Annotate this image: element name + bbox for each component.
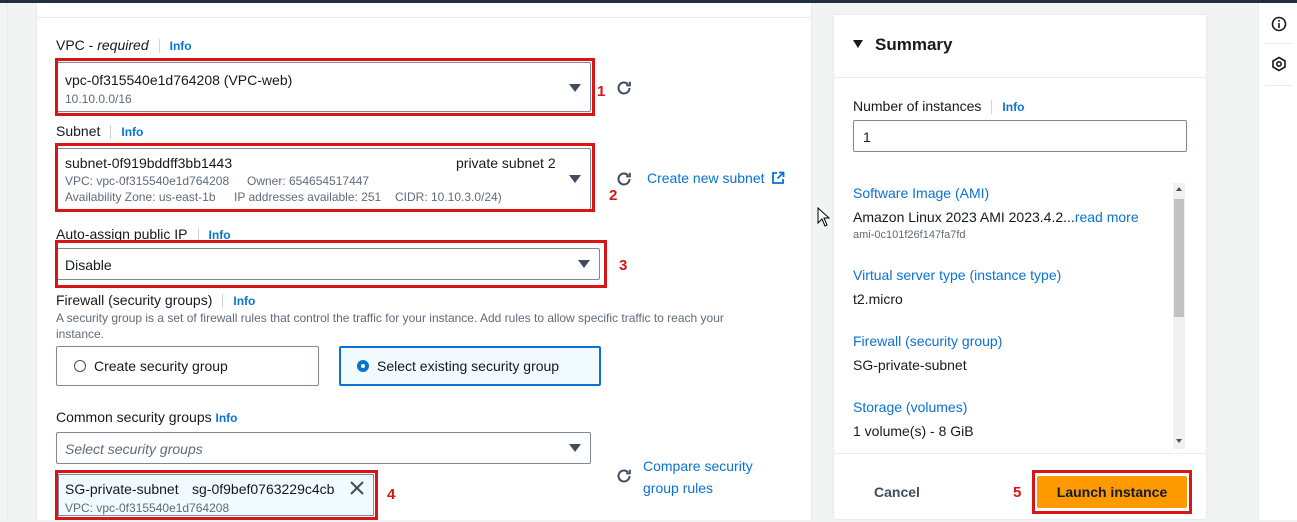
subnet-label-text: Subnet: [56, 123, 101, 139]
annotation-box-1: [55, 58, 595, 116]
panel-divider: [37, 17, 811, 18]
mouse-cursor-icon: [817, 207, 831, 227]
subnet-label: Subnet Info: [56, 123, 143, 140]
firewall-label-text: Firewall (security groups): [56, 292, 213, 308]
firewall-label: Firewall (security groups) Info: [56, 292, 255, 309]
ami-link[interactable]: Software Image (AMI): [853, 185, 989, 201]
firewall-summary-link[interactable]: Firewall (security group): [853, 333, 1002, 349]
summary-footer: Cancel 5 Launch instance: [834, 453, 1206, 522]
left-margin: [0, 3, 8, 520]
storage-link[interactable]: Storage (volumes): [853, 399, 967, 415]
summary-header[interactable]: Summary: [834, 15, 1206, 78]
firewall-summary-value: SG-private-subnet: [853, 357, 967, 373]
info-separator: [110, 125, 112, 140]
info-separator: [991, 100, 993, 115]
rail-divider: [1265, 85, 1293, 86]
annotation-box-2: [55, 143, 595, 212]
create-new-subnet-link[interactable]: Create new subnet: [647, 170, 785, 186]
annotation-number-4: 4: [387, 486, 396, 503]
summary-scrollbar[interactable]: [1173, 183, 1185, 449]
external-link-icon: [772, 171, 785, 184]
refresh-icon[interactable]: [615, 467, 633, 485]
instance-type-link[interactable]: Virtual server type (instance type): [853, 267, 1061, 283]
annotation-number-3: 3: [619, 257, 628, 274]
number-of-instances-input[interactable]: [853, 120, 1187, 152]
ami-value: Amazon Linux 2023 AMI 2023.4.2...: [853, 209, 1075, 225]
firewall-description-line2: instance.: [56, 327, 105, 341]
right-tool-rail: [1258, 3, 1297, 520]
info-separator: [158, 39, 160, 54]
rail-divider: [1265, 43, 1293, 44]
security-groups-placeholder: Select security groups: [65, 441, 203, 457]
annotation-number-1: 1: [597, 83, 606, 100]
info-separator: [222, 294, 224, 309]
ami-id: ami-0c101f26f147fa7fd: [853, 229, 966, 241]
subnet-info-link[interactable]: Info: [121, 125, 143, 139]
compare-security-group-rules-link-line2[interactable]: group rules: [643, 480, 713, 496]
common-sg-info-link[interactable]: Info: [216, 411, 238, 425]
annotation-number-5: 5: [1013, 484, 1022, 501]
instances-label-text: Number of instances: [853, 98, 982, 114]
annotation-box-3: [55, 240, 607, 288]
summary-scroll-area[interactable]: Software Image (AMI) Amazon Linux 2023 A…: [834, 178, 1186, 448]
cancel-button[interactable]: Cancel: [874, 484, 920, 500]
vpc-label-text: VPC -: [56, 37, 98, 53]
create-security-group-radio[interactable]: [74, 360, 86, 372]
annotation-box-5: [1032, 470, 1192, 514]
caret-down-icon: [569, 444, 581, 452]
ami-read-more-link[interactable]: read more: [1075, 209, 1139, 225]
annotation-number-2: 2: [609, 187, 618, 204]
scrollbar-thumb[interactable]: [1174, 199, 1184, 317]
caret-down-icon: [853, 40, 863, 48]
instances-label: Number of instances Info: [853, 98, 1024, 115]
common-sg-label-text: Common security groups: [56, 409, 212, 425]
settings-hex-icon[interactable]: [1271, 56, 1287, 72]
number-of-instances-value: 1: [863, 129, 871, 145]
firewall-info-link[interactable]: Info: [233, 294, 255, 308]
storage-value: 1 volume(s) - 8 GiB: [853, 423, 974, 439]
create-new-subnet-text: Create new subnet: [647, 170, 765, 186]
vpc-required-text: required: [97, 37, 149, 53]
info-circle-icon[interactable]: [1271, 16, 1287, 32]
scroll-down-arrow-icon[interactable]: [1176, 439, 1182, 443]
select-existing-security-group-label: Select existing security group: [377, 358, 560, 374]
compare-security-group-rules-link[interactable]: Compare security: [643, 458, 753, 474]
summary-panel: Summary Number of instances Info 1 Softwa…: [833, 14, 1207, 520]
select-existing-security-group-radio[interactable]: [357, 360, 369, 372]
refresh-icon[interactable]: [615, 170, 633, 188]
common-sg-label: Common security groups Info: [56, 409, 238, 425]
summary-title: Summary: [875, 35, 953, 54]
create-security-group-label: Create security group: [94, 358, 228, 374]
firewall-description: A security group is a set of firewall ru…: [56, 311, 724, 325]
instance-type-value: t2.micro: [853, 291, 903, 307]
vpc-info-link[interactable]: Info: [170, 39, 192, 53]
instances-info-link[interactable]: Info: [1002, 100, 1024, 114]
vpc-label: VPC - required Info: [56, 37, 192, 54]
refresh-icon[interactable]: [615, 79, 633, 97]
annotation-box-4: [55, 470, 378, 520]
scroll-up-arrow-icon[interactable]: [1176, 187, 1182, 191]
